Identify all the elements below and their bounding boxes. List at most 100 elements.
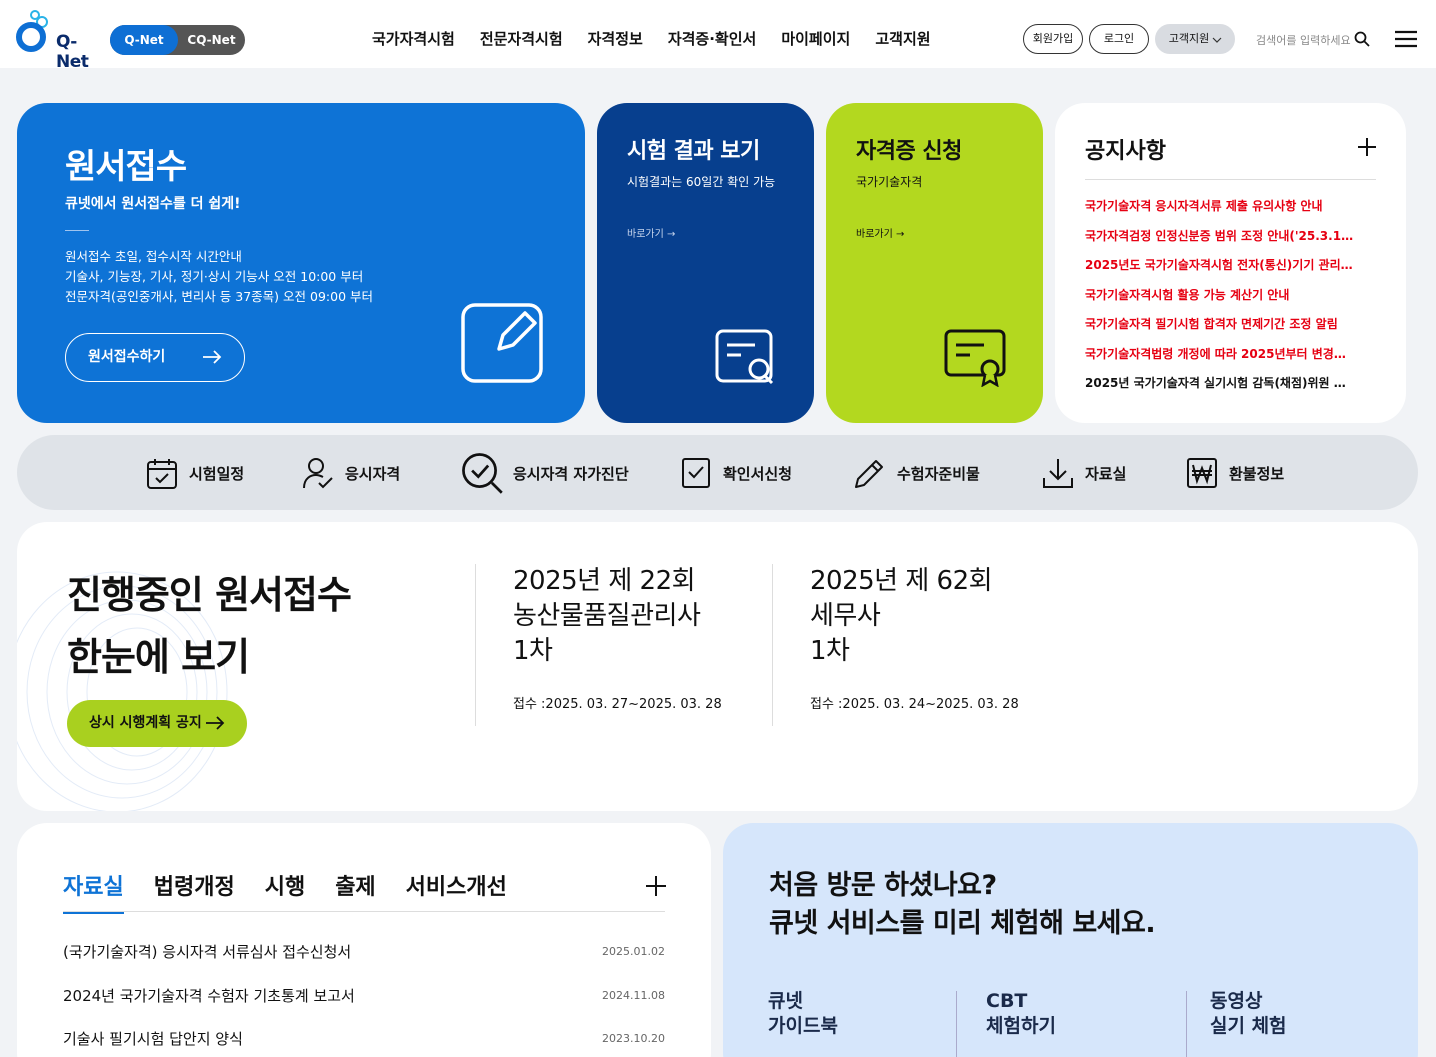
progress-item[interactable]: 2025년 제 22회 농산물품질관리사 1차 접수 :2025. 03. 27… <box>475 564 773 726</box>
download-icon <box>1043 459 1073 488</box>
divider <box>475 564 476 726</box>
apply-button-label: 원서접수하기 <box>88 349 166 365</box>
result-card[interactable]: 시험 결과 보기 시험결과는 60일간 확인 가능 바로가기 → <box>597 103 814 423</box>
progress-item-stage: 1차 <box>513 636 553 666</box>
first-visit-item-line: 체험하기 <box>986 1015 1056 1037</box>
quick-exam-schedule[interactable]: 시험일정 <box>145 455 244 491</box>
quick-certificate-request[interactable]: 확인서신청 <box>679 455 792 491</box>
site-toggle[interactable]: Q-Net CQ-Net <box>110 25 245 55</box>
join-button[interactable]: 회원가입 <box>1023 24 1083 54</box>
user-check-icon <box>303 458 333 489</box>
guidebook-link[interactable]: 큐넷 가이드북 <box>768 989 838 1039</box>
notice-item[interactable]: 국가기술자격 응시자격서류 제출 유의사항 안내 <box>1085 197 1355 227</box>
apply-card[interactable]: 원서접수 큐넷에서 원서접수를 더 쉽게! 원서접수 초일, 접수시작 시간안내… <box>17 103 585 423</box>
list-item[interactable]: 기술사 필기시험 답안지 양식 2023.10.20 <box>63 1028 665 1057</box>
board-list: (국가기술자격) 응시자격 서류심사 접수신청서 2025.01.02 2024… <box>63 941 665 1057</box>
nav-item-national-exam[interactable]: 국가자격시험 <box>372 28 455 49</box>
quick-refund[interactable]: 환불정보 <box>1185 455 1284 491</box>
nav-item-professional-exam[interactable]: 전문자격시험 <box>480 28 563 49</box>
arrow-right-icon <box>203 350 222 364</box>
support-dropdown-label: 고객지원 <box>1168 32 1210 45</box>
progress-item-period: 접수 :2025. 03. 24~2025. 03. 28 <box>810 697 1019 712</box>
progress-item-name: 농산물품질관리사 <box>513 601 701 631</box>
divider <box>772 564 773 726</box>
progress-item-stage: 1차 <box>810 636 850 666</box>
board-card: 자료실 법령개정 시행 출제 서비스개선 (국가기술자격) 응시자격 서류심사 … <box>17 823 711 1057</box>
quick-eligibility[interactable]: 응시자격 <box>301 455 400 491</box>
certificate-title: 자격증 신청 <box>856 139 962 164</box>
certificate-card[interactable]: 자격증 신청 국가기술자격 바로가기 → <box>826 103 1043 423</box>
quick-label: 확인서신청 <box>723 464 793 483</box>
notice-title: 공지사항 <box>1085 139 1166 164</box>
result-title: 시험 결과 보기 <box>627 139 760 164</box>
quick-self-check[interactable]: 응시자격 자가진단 <box>461 453 629 494</box>
toggle-cqnet[interactable]: CQ-Net <box>178 25 245 55</box>
in-progress-title-line: 진행중인 원서접수 <box>67 573 352 617</box>
quick-exam-materials[interactable]: 수험자준비물 <box>853 455 980 491</box>
quick-label: 응시자격 <box>345 464 401 483</box>
quick-label: 시험일정 <box>189 464 245 483</box>
notice-item[interactable]: 국가기술자격법령 개정에 따라 2025년부터 변경되... <box>1085 345 1355 375</box>
tab-law-revision[interactable]: 법령개정 <box>154 869 235 914</box>
document-search-icon <box>715 329 774 385</box>
apply-desc-line: 기술사, 기능장, 기사, 정기·상시 기능사 오전 10:00 부터 <box>65 269 364 284</box>
nav-item-support[interactable]: 고객지원 <box>875 28 930 49</box>
first-visit-item-line: 실기 체험 <box>1210 1015 1287 1037</box>
header: Q-Net Q-Net CQ-Net 국가자격시험 전문자격시험 자격정보 자격… <box>0 0 1436 72</box>
first-visit-title: 처음 방문 하셨나요? 큐넷 서비스를 미리 체험해 보세요. <box>769 867 1156 943</box>
divider <box>1186 991 1187 1057</box>
certificate-subtitle: 국가기술자격 <box>856 175 923 189</box>
toggle-qnet[interactable]: Q-Net <box>110 25 178 55</box>
certificate-link[interactable]: 바로가기 → <box>856 225 904 240</box>
tab-service-improvement[interactable]: 서비스개선 <box>406 869 507 914</box>
support-dropdown[interactable]: 고객지원 <box>1155 24 1235 54</box>
nav-item-mypage[interactable]: 마이페이지 <box>781 28 850 49</box>
first-visit-title-line: 처음 방문 하셨나요? <box>769 870 997 901</box>
list-item[interactable]: (국가기술자격) 응시자격 서류심사 접수신청서 2025.01.02 <box>63 941 665 985</box>
logo-text: Q-Net <box>56 32 89 72</box>
cbt-experience-link[interactable]: CBT 체험하기 <box>986 989 1056 1039</box>
progress-item-name: 세무사 <box>810 601 881 631</box>
notice-item[interactable]: 국가자격검정 인정신분증 범위 조정 안내('25.3.15.~) <box>1085 227 1355 257</box>
tab-enforcement[interactable]: 시행 <box>265 869 305 914</box>
result-subtitle: 시험결과는 60일간 확인 가능 <box>627 175 776 189</box>
hamburger-menu-icon[interactable] <box>1394 29 1418 49</box>
login-button[interactable]: 로그인 <box>1089 24 1149 54</box>
apply-button[interactable]: 원서접수하기 <box>65 333 245 382</box>
quick-archive[interactable]: 자료실 <box>1041 455 1126 491</box>
quick-label: 응시자격 자가진단 <box>513 464 629 483</box>
plus-icon[interactable] <box>1357 137 1377 157</box>
nav-item-certificate[interactable]: 자격증·확인서 <box>668 28 757 49</box>
apply-desc-line: 전문자격(공인중개사, 변리사 등 37종목) 오전 09:00 부터 <box>65 289 373 304</box>
certificate-icon <box>944 329 1006 387</box>
won-currency-icon <box>1187 458 1217 488</box>
qnet-logo[interactable]: Q-Net <box>16 8 89 72</box>
divider <box>63 911 665 912</box>
plus-icon[interactable] <box>645 875 667 897</box>
progress-item[interactable]: 2025년 제 62회 세무사 1차 접수 :2025. 03. 24~2025… <box>772 564 1070 726</box>
quick-label: 환불정보 <box>1229 464 1285 483</box>
chevron-down-icon <box>1212 37 1222 43</box>
video-practical-link[interactable]: 동영상 실기 체험 <box>1210 989 1287 1039</box>
result-link[interactable]: 바로가기 → <box>627 225 675 240</box>
board-tabs: 자료실 법령개정 시행 출제 서비스개선 <box>63 869 507 914</box>
tab-question[interactable]: 출제 <box>335 869 375 914</box>
search-input[interactable]: 검색어를 입력하세요 <box>1256 32 1351 48</box>
calendar-check-icon <box>147 459 177 489</box>
search-icon[interactable] <box>1354 31 1370 47</box>
divider <box>1085 179 1376 180</box>
notice-item[interactable]: 국가기술자격시험 활용 가능 계산기 안내 <box>1085 286 1355 316</box>
list-item-title: 2024년 국가기술자격 수험자 기초통계 보고서 <box>63 986 355 1005</box>
arrow-right-icon <box>206 716 225 730</box>
in-progress-card: 진행중인 원서접수 한눈에 보기 상시 시행계획 공지 2025년 제 22회 … <box>17 522 1418 811</box>
schedule-notice-label: 상시 시행계획 공지 <box>89 715 202 731</box>
notice-item[interactable]: 국가기술자격 필기시험 합격자 면제기간 조정 알림 <box>1085 315 1355 345</box>
progress-item-period: 접수 :2025. 03. 27~2025. 03. 28 <box>513 697 722 712</box>
list-item[interactable]: 2024년 국가기술자격 수험자 기초통계 보고서 2024.11.08 <box>63 985 665 1029</box>
schedule-notice-button[interactable]: 상시 시행계획 공지 <box>67 700 247 747</box>
nav-item-qualification-info[interactable]: 자격정보 <box>588 28 643 49</box>
tab-archive[interactable]: 자료실 <box>63 869 124 914</box>
in-progress-title: 진행중인 원서접수 한눈에 보기 <box>67 564 352 688</box>
notice-item[interactable]: 2025년도 국가기술자격시험 전자(통신)기기 관리 ... <box>1085 256 1355 286</box>
notice-item[interactable]: 2025년 국가기술자격 실기시험 감독(채점)위원 인... <box>1085 374 1355 404</box>
